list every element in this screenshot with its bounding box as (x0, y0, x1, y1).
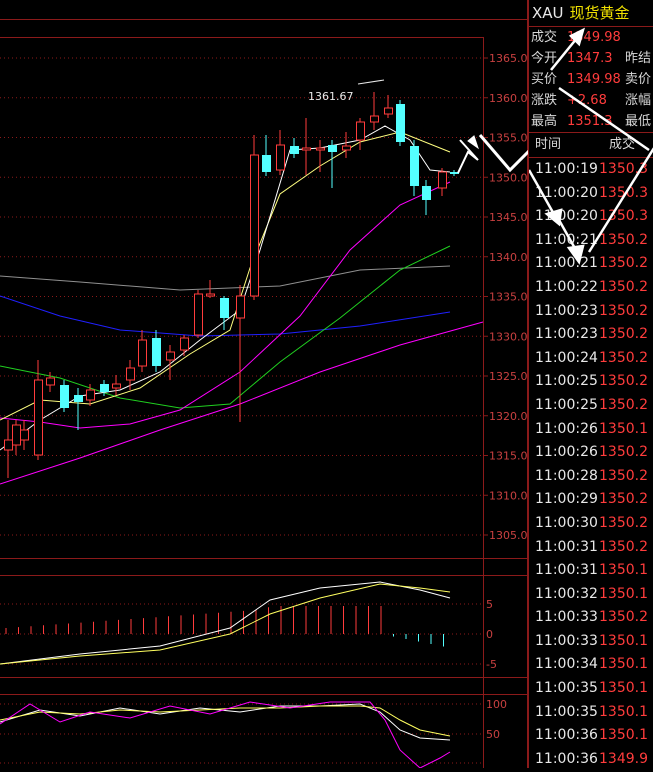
candlesticks (4, 92, 459, 478)
candlestick[interactable] (126, 360, 135, 390)
candlestick[interactable] (46, 372, 55, 392)
candlestick[interactable] (4, 420, 13, 478)
macd-tick-label: -5 (486, 658, 497, 671)
kline-chart[interactable]: 1365.0 1360.0 1355.0 1350.0 1345.0 1340.0 1335… (0, 0, 532, 769)
price-tick-label: 1305.0 (489, 529, 528, 542)
kdj-axis: 100 50 (486, 698, 507, 741)
candlestick[interactable] (166, 345, 175, 380)
candlestick[interactable] (422, 180, 431, 215)
kdj-tick-label: 100 (486, 698, 507, 711)
candlestick[interactable] (438, 168, 447, 196)
candlestick[interactable] (194, 290, 203, 338)
price-tick-label: 1365.0 (489, 52, 528, 65)
price-axis: 1365.0 1360.0 1355.0 1350.0 1345.0 1340.0 1335… (483, 52, 528, 542)
high-marker: 1361.67 (308, 79, 385, 103)
candlestick[interactable] (302, 118, 311, 175)
candlestick[interactable] (12, 420, 21, 455)
price-tick-label: 1315.0 (489, 450, 528, 463)
candlestick[interactable] (328, 140, 337, 188)
quote-panel: XAU 现货黄金 成交 1349.98 今开 1347.3 昨结 买价 1349.98 卖价 涨跌… (528, 0, 653, 768)
macd-axis: 5 0 -5 (486, 598, 497, 671)
macd-tick-label: 5 (486, 598, 493, 611)
candlestick[interactable] (180, 335, 189, 356)
kline-chart-area[interactable]: 1365.0 1360.0 1355.0 1350.0 1345.0 1340.0 1335… (0, 0, 532, 769)
candlestick[interactable] (356, 118, 365, 150)
candlestick[interactable] (236, 285, 245, 422)
price-tick-label: 1330.0 (489, 330, 528, 343)
candlestick[interactable] (34, 360, 43, 460)
candlestick[interactable] (112, 375, 121, 395)
candlestick[interactable] (410, 140, 419, 196)
macd-panel (0, 581, 451, 665)
price-tick-label: 1310.0 (489, 489, 528, 502)
kdj-panel (0, 701, 451, 769)
candlestick[interactable] (384, 95, 393, 118)
macd-tick-label: 0 (486, 628, 493, 641)
price-tick-label: 1325.0 (489, 370, 528, 383)
candlestick[interactable] (290, 138, 299, 158)
price-tick-label: 1335.0 (489, 291, 528, 304)
candlestick[interactable] (220, 296, 229, 330)
price-tick-label: 1320.0 (489, 410, 528, 423)
candlestick[interactable] (450, 170, 459, 176)
price-tick-label: 1340.0 (489, 251, 528, 264)
candlestick[interactable] (20, 420, 29, 450)
price-tick-label: 1345.0 (489, 211, 528, 224)
panel-arrows (529, 27, 653, 265)
price-tick-label: 1350.0 (489, 171, 528, 184)
price-tick-label: 1360.0 (489, 92, 528, 105)
candlestick[interactable] (342, 132, 351, 158)
candlestick[interactable] (74, 388, 83, 430)
candlestick[interactable] (138, 330, 147, 372)
candlestick[interactable] (152, 330, 161, 372)
kdj-tick-label: 50 (486, 728, 500, 741)
price-tick-label: 1355.0 (489, 132, 528, 145)
high-price-label: 1361.67 (308, 90, 354, 103)
candlestick[interactable] (250, 135, 259, 300)
candlestick[interactable] (262, 135, 271, 176)
candlestick[interactable] (370, 92, 379, 130)
candlestick[interactable] (60, 380, 69, 412)
candlestick[interactable] (276, 130, 285, 175)
candlestick[interactable] (396, 100, 405, 146)
